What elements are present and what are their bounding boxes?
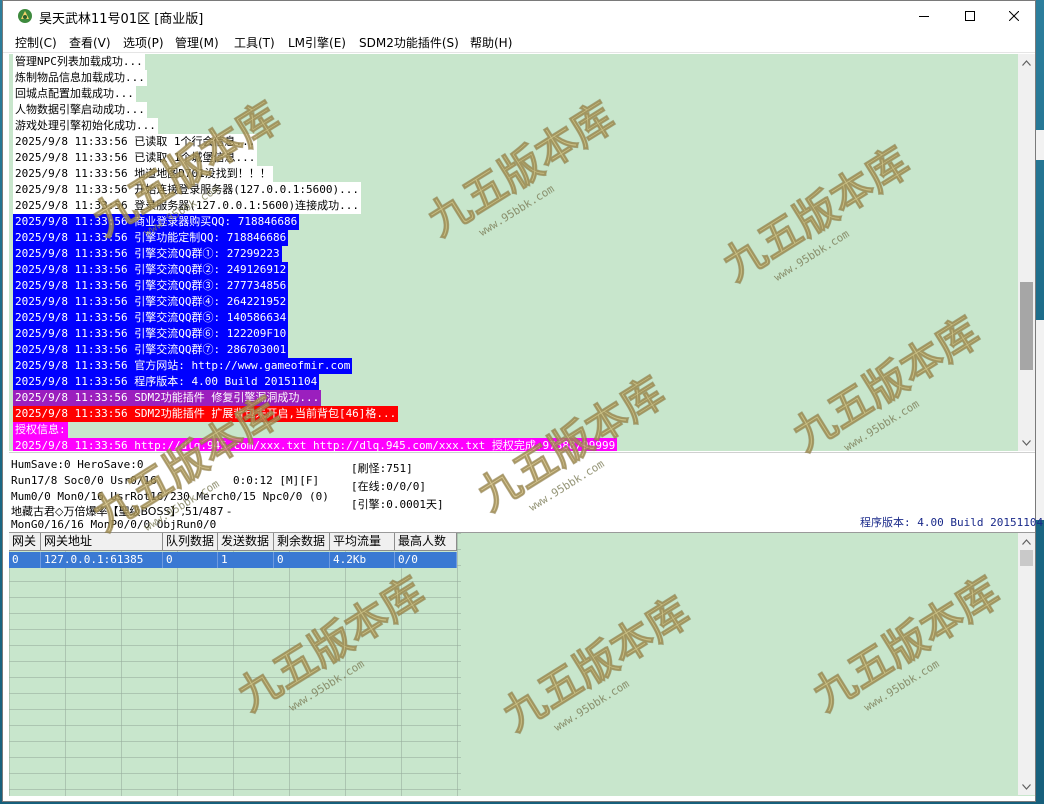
log-line: 2025/9/8 11:33:56 引擎交流QQ群⑥: 122209F10 — [13, 326, 289, 342]
boss-stat: 地藏古君◇万倍爆率【聖级BOSS】,51/487 - — [11, 505, 232, 518]
log-line: 回城点配置加载成功... — [13, 86, 136, 102]
log-line: 2025/9/8 11:33:56 SDM2功能插件 扩展背包未开启,当前背包[… — [13, 406, 399, 422]
mum-stat: Mum0/0 Mon0/16 UsrRot16/230 Merch0/15 Np… — [11, 490, 329, 503]
uptime-stat: 0:0:12 [M][F] — [233, 474, 320, 487]
log-line: 2025/9/8 11:33:56 登录服务器(127.0.0.1:5600)连… — [13, 198, 362, 214]
window-title: 昊天武林11号01区 [商业版] — [39, 12, 204, 27]
grid-cell: 4.2Kb — [330, 552, 395, 568]
grid-column-header[interactable]: 网关 — [9, 533, 41, 551]
scroll-down-arrow-icon[interactable] — [1018, 434, 1035, 451]
log-line: 2025/9/8 11:33:56 引擎交流QQ群②: 249126912 — [13, 262, 289, 278]
log-line: 授权信息: — [13, 422, 68, 438]
grid-column-header[interactable]: 剩余数据 — [274, 533, 330, 551]
grid-column-header[interactable]: 网关地址 — [41, 533, 163, 551]
engine-days-stat: [引擎:0.0001天] — [351, 498, 444, 511]
refresh-monster-stat: [刷怪:751] — [351, 462, 413, 475]
scroll-up-arrow-icon[interactable] — [1018, 54, 1035, 71]
maximize-button[interactable] — [947, 1, 993, 31]
log-panel[interactable]: 管理NPC列表加载成功... 炼制物品信息加载成功... 回城点配置加载成功... 人… — [9, 54, 1019, 451]
menu-lm-engine[interactable]: LM引擎(E) — [288, 34, 346, 51]
desktop-window-edge — [1036, 320, 1044, 520]
menu-manage[interactable]: 管理(M) — [175, 34, 219, 51]
grid-background — [9, 533, 461, 796]
log-line: 2025/9/8 11:33:56 SDM2功能插件 修复引擎漏洞成功... — [13, 390, 322, 406]
grid-column-header[interactable]: 最高人数 — [395, 533, 457, 551]
mon-stat: MonG0/16/16 MonP0/0/0 ObjRun0/0 — [11, 518, 217, 531]
grid-cell: 0 — [9, 552, 41, 568]
grid-column-header[interactable]: 队列数据 — [163, 533, 218, 551]
menu-options[interactable]: 选项(P) — [123, 34, 164, 51]
log-line: 2025/9/8 11:33:56 官方网站: http://www.gameo… — [13, 358, 353, 374]
minimize-icon — [919, 16, 929, 17]
log-line: 2025/9/8 11:33:56 引擎交流QQ群①: 27299223 — [13, 246, 282, 262]
grid-column-header[interactable]: 发送数据 — [218, 533, 274, 551]
menu-tools[interactable]: 工具(T) — [234, 34, 275, 51]
log-line: 游戏处理引擎初始化成功... — [13, 118, 158, 134]
grid-scrollbar[interactable] — [1018, 533, 1035, 795]
desktop-window-edge — [1036, 130, 1044, 160]
log-line: 2025/9/8 11:33:56 http://dlq.945.com/xxx… — [13, 438, 618, 451]
log-scroll-thumb[interactable] — [1020, 282, 1033, 370]
menu-help[interactable]: 帮助(H) — [470, 34, 512, 51]
log-line: 2025/9/8 11:33:56 商业登录器购买QQ: 718846686 — [13, 214, 300, 230]
app-icon — [17, 8, 33, 24]
menu-bar: 控制(C) 查看(V) 选项(P) 管理(M) 工具(T) LM引擎(E) SD… — [3, 31, 1035, 53]
log-line: 炼制物品信息加载成功... — [13, 70, 147, 86]
scroll-up-arrow-icon[interactable] — [1018, 533, 1035, 550]
log-line: 2025/9/8 11:33:56 已读取 1个行会信息... — [13, 134, 258, 150]
log-line: 2025/9/8 11:33:56 引擎交流QQ群⑤: 140586634 — [13, 310, 289, 326]
log-line: 人物数据引擎启动成功... — [13, 102, 147, 118]
menu-sdm2-plugin[interactable]: SDM2功能插件(S) — [359, 34, 459, 51]
status-panel: HumSave:0 HeroSave:0 Run17/8 Soc0/0 Usr0… — [9, 452, 1043, 531]
log-line: 管理NPC列表加载成功... — [13, 54, 145, 70]
close-button[interactable] — [991, 1, 1037, 31]
grid-scroll-thumb[interactable] — [1020, 550, 1033, 566]
run-stat: Run17/8 Soc0/0 Usr0/16 — [11, 474, 157, 487]
main-window: 昊天武林11号01区 [商业版] 控制(C) 查看(V) 选项(P) 管理(M)… — [2, 0, 1043, 802]
scroll-down-arrow-icon[interactable] — [1018, 778, 1035, 795]
grid-cell: 0/0 — [395, 552, 457, 568]
grid-cell: 1 — [218, 552, 274, 568]
gateway-grid[interactable]: 网关 网关地址 队列数据 发送数据 剩余数据 平均流量 最高人数 0 127.0.0.1:61… — [9, 532, 1035, 796]
grid-cell: 127.0.0.1:61385 — [41, 552, 163, 568]
menu-view[interactable]: 查看(V) — [69, 34, 111, 51]
log-line: 2025/9/8 11:33:56 引擎交流QQ群④: 264221952 — [13, 294, 289, 310]
minimize-button[interactable] — [901, 1, 947, 31]
log-line: 2025/9/8 11:33:56 开始连接登录服务器(127.0.0.1:56… — [13, 182, 362, 198]
log-line: 2025/9/8 11:33:56 已读取 1个城堡信息... — [13, 150, 258, 166]
title-bar[interactable]: 昊天武林11号01区 [商业版] — [3, 1, 1035, 31]
menu-control[interactable]: 控制(C) — [15, 34, 57, 51]
log-line: 2025/9/8 11:33:56 引擎交流QQ群③: 277734856 — [13, 278, 289, 294]
hum-save-stat: HumSave:0 HeroSave:0 — [11, 458, 144, 471]
grid-cell: 0 — [163, 552, 218, 568]
program-version: 程序版本: 4.00 Build 20151104 — [860, 516, 1044, 529]
grid-header: 网关 网关地址 队列数据 发送数据 剩余数据 平均流量 最高人数 — [9, 533, 457, 551]
log-line: 2025/9/8 11:33:56 地道地图D701没找到！！！ — [13, 166, 273, 182]
online-stat: [在线:0/0/0] — [351, 480, 426, 493]
log-scrollbar[interactable] — [1018, 54, 1035, 451]
log-line: 2025/9/8 11:33:56 程序版本: 4.00 Build 20151… — [13, 374, 320, 390]
table-row[interactable]: 0 127.0.0.1:61385 0 1 0 4.2Kb 0/0 — [9, 552, 457, 568]
grid-column-header[interactable]: 平均流量 — [330, 533, 395, 551]
log-line: 2025/9/8 11:33:56 引擎功能定制QQ: 718846686 — [13, 230, 289, 246]
close-icon — [1009, 11, 1019, 21]
log-line: 2025/9/8 11:33:56 引擎交流QQ群⑦: 286703001 — [13, 342, 289, 358]
grid-cell: 0 — [274, 552, 330, 568]
maximize-icon — [965, 11, 975, 21]
